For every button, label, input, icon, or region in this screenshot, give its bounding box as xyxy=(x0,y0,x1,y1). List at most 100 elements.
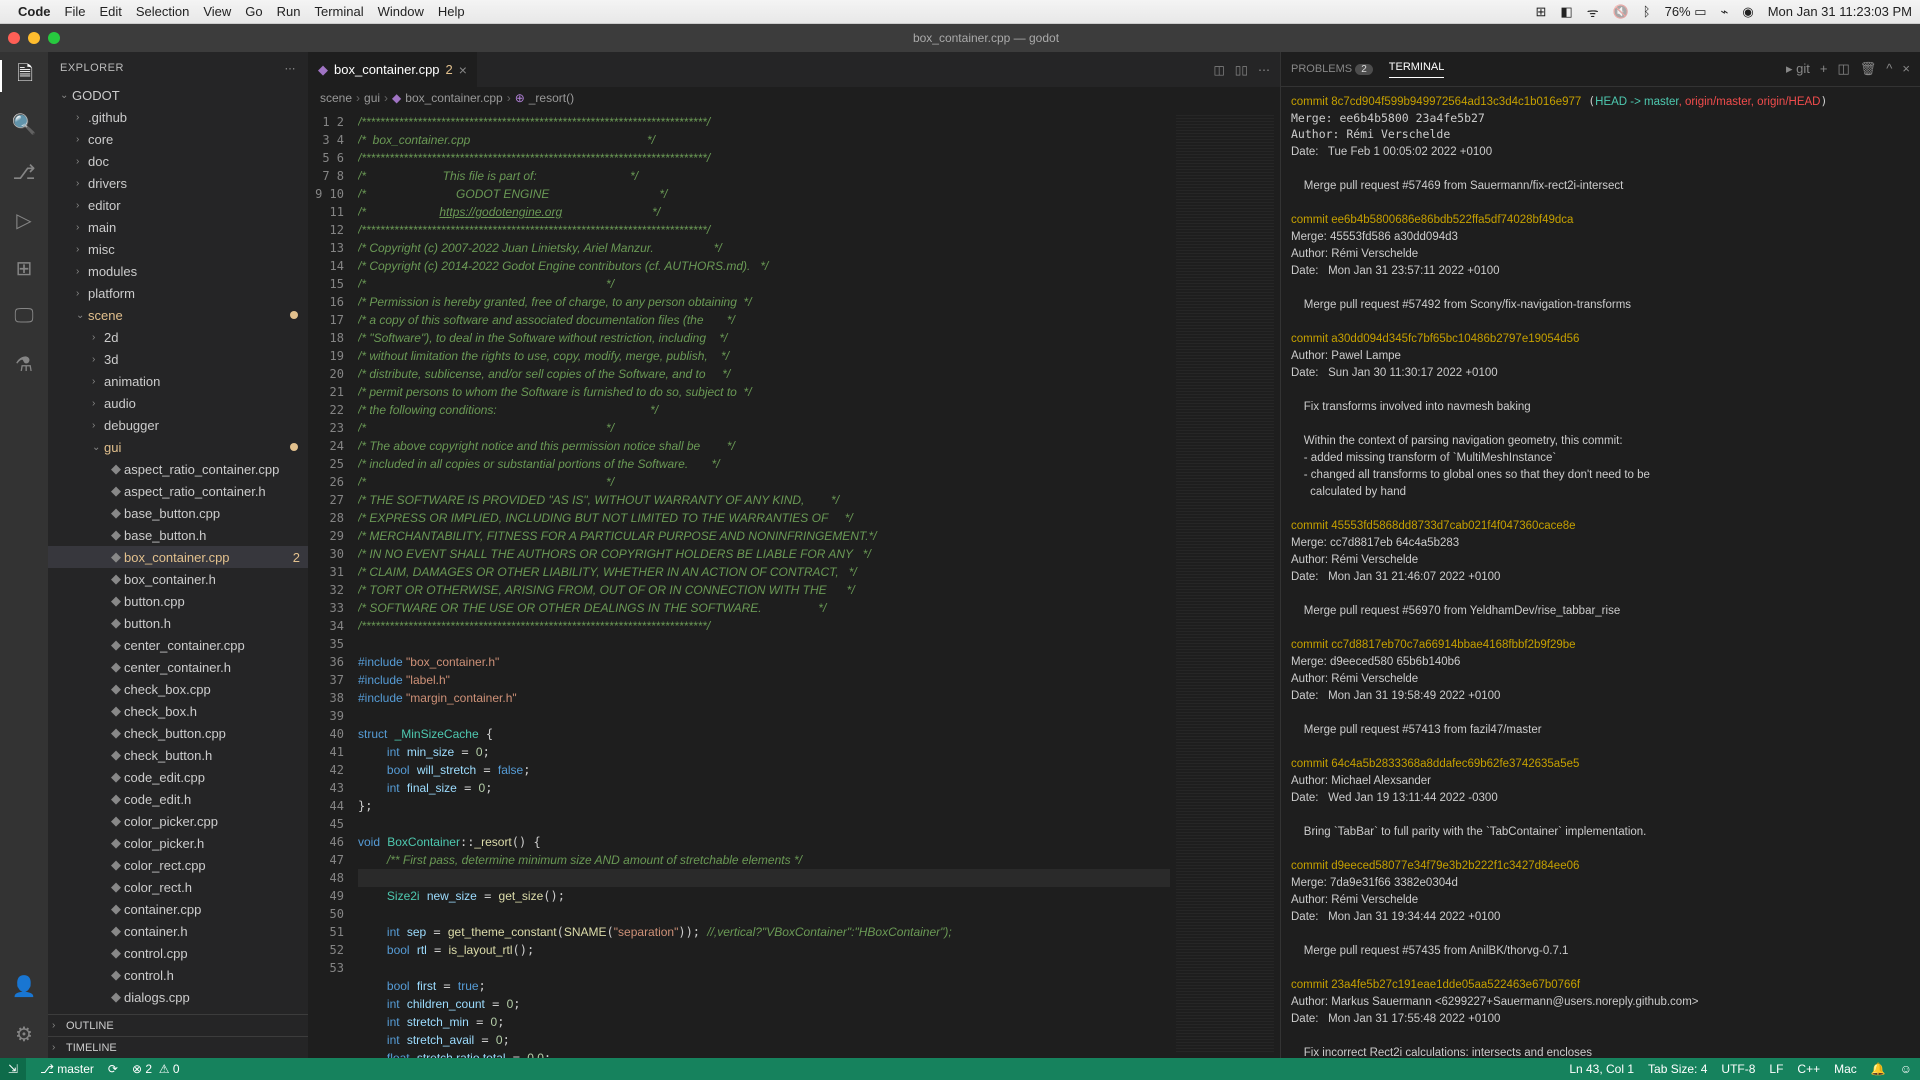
search-icon[interactable]: 🔍 xyxy=(0,108,48,140)
menu-view[interactable]: View xyxy=(203,4,231,19)
file-color_picker-h[interactable]: ◆color_picker.h xyxy=(48,832,308,854)
source-control-icon[interactable]: ⎇ xyxy=(0,156,48,188)
file-base_button-cpp[interactable]: ◆base_button.cpp xyxy=(48,502,308,524)
remote-explorer-icon[interactable]: 🖵 xyxy=(0,300,48,332)
folder-animation[interactable]: ›animation xyxy=(48,370,308,392)
folder-modules[interactable]: ›modules xyxy=(48,260,308,282)
file-dialogs-cpp[interactable]: ◆dialogs.cpp xyxy=(48,986,308,1008)
compare-changes-icon[interactable]: ◫ xyxy=(1213,63,1224,77)
tab-size[interactable]: Tab Size: 4 xyxy=(1648,1062,1707,1076)
file-center_container-h[interactable]: ◆center_container.h xyxy=(48,656,308,678)
file-check_button-h[interactable]: ◆check_button.h xyxy=(48,744,308,766)
file-container-cpp[interactable]: ◆container.cpp xyxy=(48,898,308,920)
folder-debugger[interactable]: ›debugger xyxy=(48,414,308,436)
file-button-cpp[interactable]: ◆button.cpp xyxy=(48,590,308,612)
folder-audio[interactable]: ›audio xyxy=(48,392,308,414)
menu-run[interactable]: Run xyxy=(277,4,301,19)
menu-window[interactable]: Window xyxy=(378,4,424,19)
sync-icon[interactable]: ⟳ xyxy=(108,1062,118,1076)
extensions-icon[interactable]: ⊞ xyxy=(0,252,48,284)
explorer-more-icon[interactable]: ⋯ xyxy=(285,62,297,75)
eol[interactable]: LF xyxy=(1769,1062,1783,1076)
notifications-icon[interactable]: 🔔 xyxy=(1871,1062,1886,1076)
code-editor[interactable]: 1 2 3 4 5 6 7 8 9 10 11 12 13 14 15 16 1… xyxy=(308,109,1280,1058)
workspace-root[interactable]: ⌄GODOT xyxy=(48,84,308,106)
clock[interactable]: Mon Jan 31 11:23:03 PM xyxy=(1768,4,1912,19)
code-content[interactable]: /***************************************… xyxy=(358,109,1170,1058)
file-control-h[interactable]: ◆control.h xyxy=(48,964,308,986)
app-name[interactable]: Code xyxy=(18,4,51,19)
settings-icon[interactable]: ⚙ xyxy=(0,1018,48,1050)
siri-icon[interactable]: ◉ xyxy=(1742,4,1753,20)
menu-terminal[interactable]: Terminal xyxy=(315,4,364,19)
cursor-position[interactable]: Ln 43, Col 1 xyxy=(1569,1062,1634,1076)
folder-.github[interactable]: ›.github xyxy=(48,106,308,128)
timeline-section[interactable]: ›TIMELINE xyxy=(48,1036,308,1058)
file-center_container-cpp[interactable]: ◆center_container.cpp xyxy=(48,634,308,656)
minimize-window-button[interactable] xyxy=(28,32,40,44)
folder-2d[interactable]: ›2d xyxy=(48,326,308,348)
encoding[interactable]: UTF-8 xyxy=(1721,1062,1755,1076)
tray-icon[interactable]: ◧ xyxy=(1560,4,1572,20)
file-control-cpp[interactable]: ◆control.cpp xyxy=(48,942,308,964)
folder-editor[interactable]: ›editor xyxy=(48,194,308,216)
close-window-button[interactable] xyxy=(8,32,20,44)
folder-doc[interactable]: ›doc xyxy=(48,150,308,172)
control-center-icon[interactable]: ⌁ xyxy=(1721,4,1729,20)
minimap[interactable] xyxy=(1170,109,1280,1058)
split-editor-icon[interactable]: ▯▯ xyxy=(1235,63,1248,77)
menu-selection[interactable]: Selection xyxy=(136,4,189,19)
maximize-panel-icon[interactable]: ^ xyxy=(1886,61,1892,77)
accounts-icon[interactable]: 👤 xyxy=(0,970,48,1002)
explorer-icon[interactable]: 🗎 xyxy=(0,60,48,92)
file-container-h[interactable]: ◆container.h xyxy=(48,920,308,942)
file-color_rect-cpp[interactable]: ◆color_rect.cpp xyxy=(48,854,308,876)
terminal-profile[interactable]: ▸ git xyxy=(1786,61,1810,77)
folder-misc[interactable]: ›misc xyxy=(48,238,308,260)
bluetooth-icon[interactable]: ᛒ xyxy=(1643,4,1651,19)
folder-main[interactable]: ›main xyxy=(48,216,308,238)
file-check_button-cpp[interactable]: ◆check_button.cpp xyxy=(48,722,308,744)
folder-scene[interactable]: ⌄scene xyxy=(48,304,308,326)
volume-icon[interactable]: 🔇 xyxy=(1613,4,1629,20)
git-branch[interactable]: ⎇ master xyxy=(40,1062,94,1076)
file-code_edit-cpp[interactable]: ◆code_edit.cpp xyxy=(48,766,308,788)
tray-icon[interactable]: ⊞ xyxy=(1536,4,1547,20)
testing-icon[interactable]: ⚗ xyxy=(0,348,48,380)
terminal-tab[interactable]: TERMINAL xyxy=(1389,61,1445,78)
folder-drivers[interactable]: ›drivers xyxy=(48,172,308,194)
problems-status[interactable]: ⊗ 2 ⚠ 0 xyxy=(132,1062,180,1076)
file-aspect_ratio_container-cpp[interactable]: ◆aspect_ratio_container.cpp xyxy=(48,458,308,480)
tab-close-icon[interactable]: × xyxy=(459,62,467,78)
menu-help[interactable]: Help xyxy=(438,4,465,19)
menu-file[interactable]: File xyxy=(65,4,86,19)
folder-gui[interactable]: ⌄gui xyxy=(48,436,308,458)
close-panel-icon[interactable]: × xyxy=(1902,61,1910,77)
tab-box-container[interactable]: ◆ box_container.cpp 2 × xyxy=(308,52,478,87)
file-color_rect-h[interactable]: ◆color_rect.h xyxy=(48,876,308,898)
feedback-icon[interactable]: ☺ xyxy=(1900,1062,1912,1076)
file-base_button-h[interactable]: ◆base_button.h xyxy=(48,524,308,546)
language-mode[interactable]: C++ xyxy=(1797,1062,1820,1076)
terminal-output[interactable]: commit 8c7cd904f599b949972564ad13c3d4c1b… xyxy=(1281,87,1920,1058)
run-debug-icon[interactable]: ▷ xyxy=(0,204,48,236)
folder-platform[interactable]: ›platform xyxy=(48,282,308,304)
file-code_edit-h[interactable]: ◆code_edit.h xyxy=(48,788,308,810)
file-box_container-h[interactable]: ◆box_container.h xyxy=(48,568,308,590)
os-indicator[interactable]: Mac xyxy=(1834,1062,1857,1076)
more-actions-icon[interactable]: ⋯ xyxy=(1258,63,1270,77)
fullscreen-window-button[interactable] xyxy=(48,32,60,44)
file-box_container-cpp[interactable]: ◆box_container.cpp2 xyxy=(48,546,308,568)
kill-terminal-icon[interactable]: 🗑 xyxy=(1860,61,1877,77)
outline-section[interactable]: ›OUTLINE xyxy=(48,1014,308,1036)
breadcrumbs[interactable]: scene› gui› ◆ box_container.cpp› ⊕ _reso… xyxy=(308,87,1280,109)
file-aspect_ratio_container-h[interactable]: ◆aspect_ratio_container.h xyxy=(48,480,308,502)
file-check_box-h[interactable]: ◆check_box.h xyxy=(48,700,308,722)
folder-core[interactable]: ›core xyxy=(48,128,308,150)
problems-tab[interactable]: PROBLEMS 2 xyxy=(1291,63,1373,75)
file-color_picker-cpp[interactable]: ◆color_picker.cpp xyxy=(48,810,308,832)
folder-3d[interactable]: ›3d xyxy=(48,348,308,370)
file-check_box-cpp[interactable]: ◆check_box.cpp xyxy=(48,678,308,700)
split-terminal-icon[interactable]: ◫ xyxy=(1837,61,1849,77)
menu-edit[interactable]: Edit xyxy=(99,4,121,19)
